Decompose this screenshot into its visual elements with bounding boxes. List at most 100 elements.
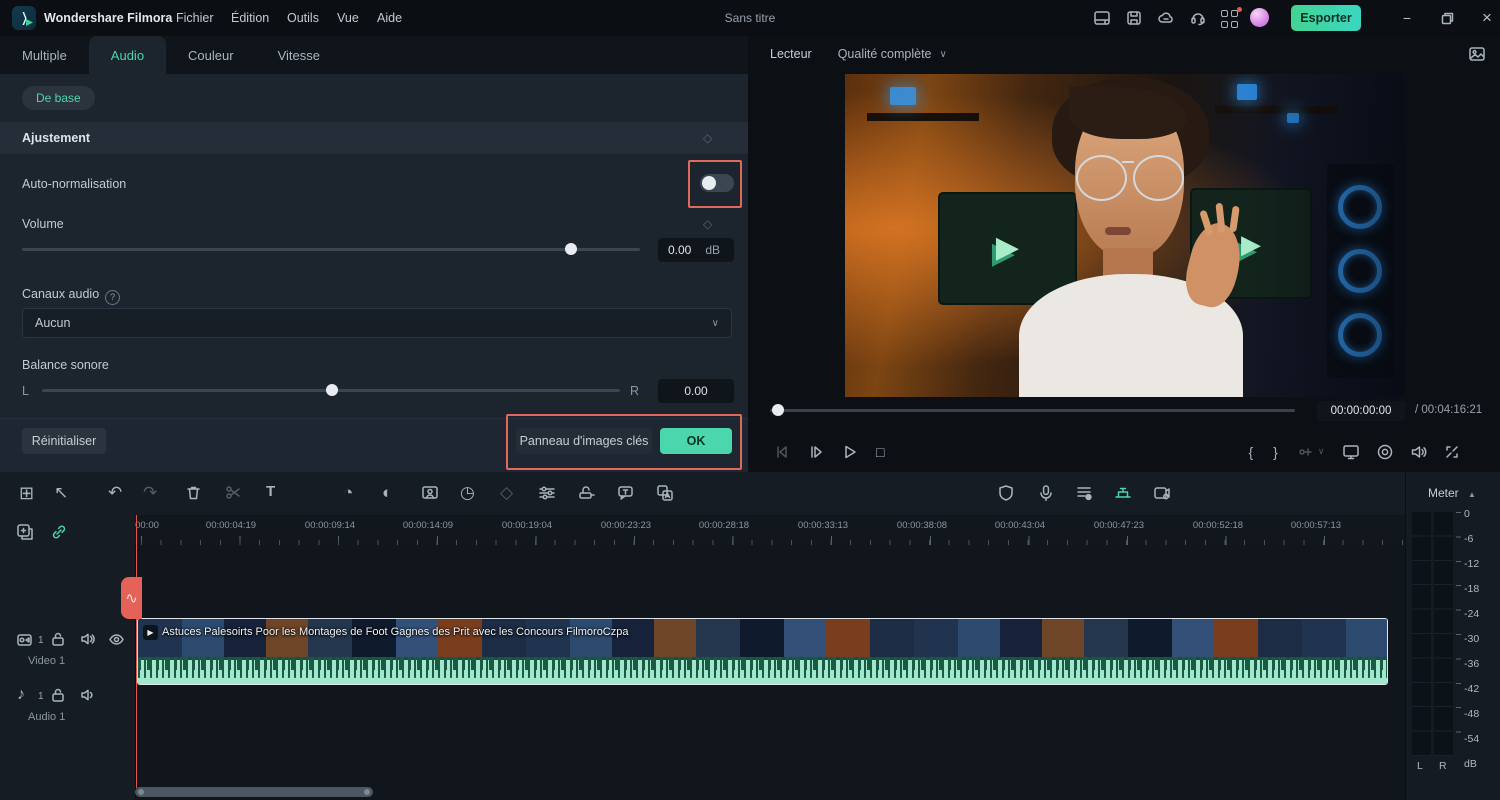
add-track-icon[interactable] xyxy=(16,523,34,541)
menu-edition[interactable]: Édition xyxy=(231,0,269,36)
redo-icon[interactable]: ↷ xyxy=(143,484,157,501)
keyframe-diamond-icon[interactable]: ◇ xyxy=(703,131,712,145)
keyframe-panel-button[interactable]: Panneau d'images clés xyxy=(516,428,652,454)
cloud-icon[interactable] xyxy=(1157,9,1175,27)
speech-to-text-icon[interactable] xyxy=(617,484,635,502)
info-icon[interactable]: ? xyxy=(105,290,120,305)
voiceover-mic-icon[interactable] xyxy=(1037,484,1055,502)
volume-slider[interactable] xyxy=(22,248,640,251)
auto-normalize-toggle[interactable] xyxy=(700,174,734,192)
tab-audio[interactable]: Audio xyxy=(89,36,166,74)
balance-label: Balance sonore xyxy=(22,358,109,372)
delete-icon[interactable] xyxy=(185,484,202,501)
eye-icon[interactable] xyxy=(108,631,125,648)
display-icon[interactable] xyxy=(1342,443,1360,461)
tab-multiple[interactable]: Multiple xyxy=(0,36,89,74)
video-clip[interactable]: ▶ Astuces Palesoirts Poor les Montages d… xyxy=(137,618,1388,685)
account-avatar[interactable] xyxy=(1250,8,1269,27)
speed-icon[interactable]: ◔ xyxy=(343,484,353,501)
split-scissors-icon[interactable] xyxy=(225,484,242,501)
reset-button[interactable]: Réinitialiser xyxy=(22,428,106,454)
player-scrubber-knob[interactable] xyxy=(772,404,784,416)
link-icon[interactable] xyxy=(50,523,68,541)
media-browser-icon[interactable]: ⊞ xyxy=(19,484,34,502)
mask-icon[interactable] xyxy=(421,484,439,502)
undo-icon[interactable]: ↶ xyxy=(108,484,122,501)
snapshot-icon[interactable] xyxy=(1376,443,1394,461)
timeline-toolbar: ⊞ ↖ ↶ ↷ T ◔ ◐ ◷ ◇ ⇔ − + xyxy=(0,472,1405,516)
render-marker-chevron-icon[interactable]: ∨ xyxy=(1318,447,1325,456)
color-icon[interactable]: ◐ xyxy=(382,484,392,501)
select-tool-icon[interactable]: ↖ xyxy=(54,484,68,501)
audio-channels-dropdown[interactable]: Aucun ∨ xyxy=(22,308,732,338)
track-speaker-icon[interactable] xyxy=(80,631,96,647)
next-frame-icon[interactable] xyxy=(808,444,824,460)
player-controls: □ { } ∨ xyxy=(748,431,1500,472)
quality-dropdown[interactable]: Qualité complète xyxy=(838,47,932,61)
mark-out-icon[interactable]: } xyxy=(1273,445,1278,459)
track-header-column: 1 Video 1 ♪ 1 Audio 1 xyxy=(0,515,136,800)
balance-slider[interactable] xyxy=(42,389,620,392)
restore-icon xyxy=(1441,12,1454,25)
render-preview-icon[interactable] xyxy=(1075,484,1093,502)
balance-right-label: R xyxy=(630,384,639,398)
ruler-tick: 00:00:52:18 xyxy=(1193,520,1243,531)
menu-outils[interactable]: Outils xyxy=(287,0,319,36)
timeline-panel: 1 Video 1 ♪ 1 Audio 1 00:00 00:00:04:19 … xyxy=(0,515,1405,800)
tab-vitesse[interactable]: Vitesse xyxy=(256,36,342,74)
text-tool-icon[interactable]: T xyxy=(266,484,275,499)
speaker-icon[interactable] xyxy=(1410,443,1428,461)
previous-frame-icon[interactable] xyxy=(774,444,790,460)
export-button[interactable]: Esporter xyxy=(1291,5,1361,31)
menu-aide[interactable]: Aide xyxy=(377,0,402,36)
lock-icon[interactable] xyxy=(50,687,66,703)
meter-bar-left xyxy=(1412,512,1431,756)
balance-left-label: L xyxy=(22,384,29,398)
volume-slider-knob[interactable] xyxy=(565,243,577,255)
audio-ducking-icon[interactable] xyxy=(578,484,596,502)
lock-icon[interactable] xyxy=(50,631,66,647)
video-track-number: 1 xyxy=(38,635,44,646)
marker-icon[interactable] xyxy=(1114,484,1132,502)
preview-settings-icon[interactable] xyxy=(1468,45,1486,63)
menu-fichier[interactable]: Fichier xyxy=(176,0,214,36)
menu-vue[interactable]: Vue xyxy=(337,0,359,36)
preset-badge-de-base[interactable]: De base xyxy=(22,86,95,110)
volume-value-box[interactable]: 0.00 dB xyxy=(658,238,734,262)
timeline-ruler[interactable]: 00:00 00:00:04:19 00:00:09:14 00:00:14:0… xyxy=(135,515,1405,545)
close-button[interactable]: × xyxy=(1472,0,1500,36)
volume-keyframe-icon[interactable]: ◇ xyxy=(703,217,712,231)
tab-couleur[interactable]: Couleur xyxy=(166,36,256,74)
play-icon[interactable] xyxy=(842,444,858,460)
meter-scale-label: -24 xyxy=(1464,608,1479,620)
meter-scale-label: -36 xyxy=(1464,658,1479,670)
meter-title[interactable]: Meter ▲ xyxy=(1428,486,1476,500)
timer-icon[interactable]: ◷ xyxy=(460,484,475,501)
balance-slider-knob[interactable] xyxy=(326,384,338,396)
render-marker-icon[interactable] xyxy=(1298,444,1314,460)
support-headset-icon[interactable] xyxy=(1189,9,1207,27)
apps-grid-icon[interactable] xyxy=(1221,10,1239,28)
shield-icon[interactable] xyxy=(997,484,1015,502)
mark-in-icon[interactable]: { xyxy=(1248,445,1253,459)
ok-button[interactable]: OK xyxy=(660,428,732,454)
playhead-marker[interactable]: ∿ xyxy=(121,577,142,619)
video-preview[interactable]: ▶ ▶ xyxy=(845,74,1405,397)
minimize-button[interactable]: − xyxy=(1392,0,1422,36)
balance-value-box[interactable]: 0.00 xyxy=(658,379,734,403)
restore-button[interactable] xyxy=(1432,0,1462,36)
player-scrubber[interactable] xyxy=(770,409,1295,412)
player-panel: Lecteur Qualité complète ∨ ▶ ▶ xyxy=(748,36,1500,472)
quality-chevron-icon[interactable]: ∨ xyxy=(940,49,947,60)
timeline-hscrollbar[interactable] xyxy=(135,787,373,797)
translate-icon[interactable] xyxy=(656,484,674,502)
adjust-icon[interactable] xyxy=(538,484,556,502)
save-icon[interactable] xyxy=(1125,9,1143,27)
keyframe-tool-icon[interactable]: ◇ xyxy=(500,484,513,501)
layout-icon[interactable] xyxy=(1093,9,1111,27)
playhead-line[interactable] xyxy=(136,515,137,788)
fullscreen-icon[interactable] xyxy=(1444,444,1460,460)
stop-icon[interactable]: □ xyxy=(876,445,884,459)
preview-clip-icon[interactable] xyxy=(1153,484,1171,502)
track-speaker-icon[interactable] xyxy=(80,687,96,703)
